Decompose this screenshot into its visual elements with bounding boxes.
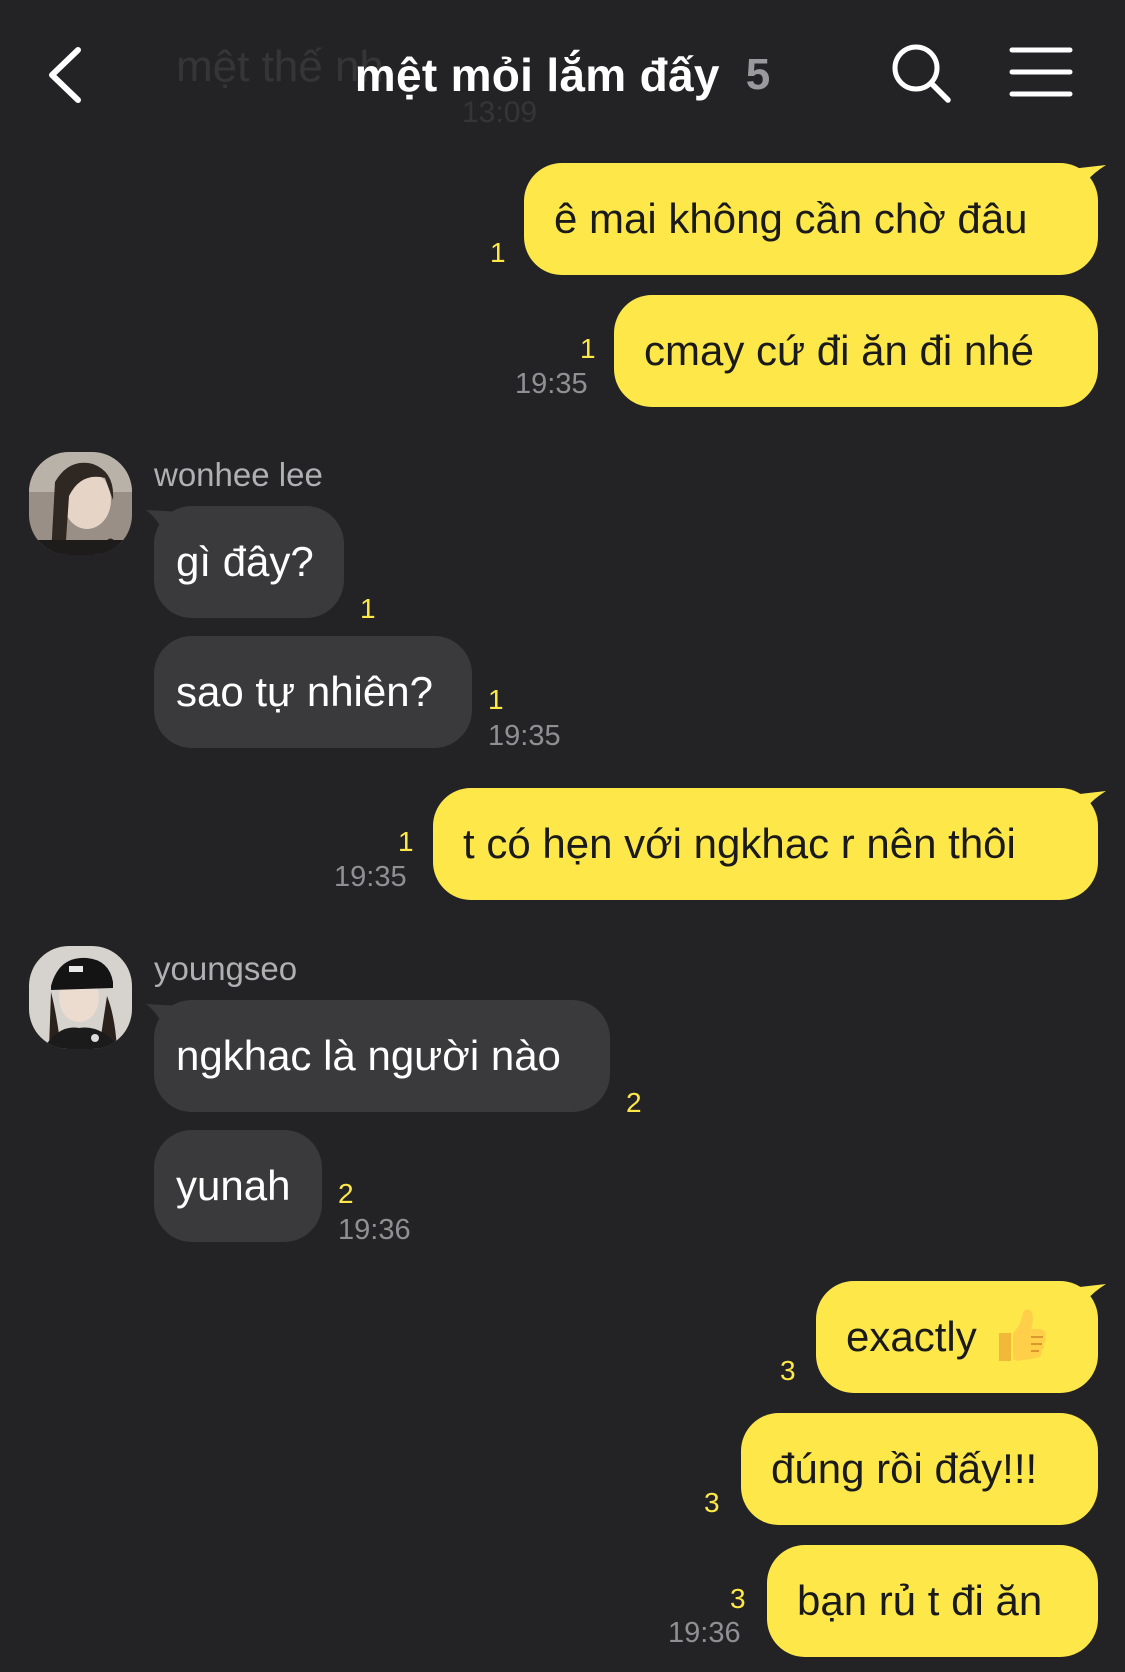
message-time: 19:35 [334,861,407,893]
message-text: exactly [846,1313,977,1360]
my-message-bubble[interactable]: ê mai không cần chờ đâu [524,163,1098,275]
my-message-bubble[interactable]: bạn rủ t đi ăn [767,1545,1098,1657]
their-message-bubble[interactable]: ngkhac là người nào [154,1000,610,1112]
message-time: 19:35 [515,368,588,400]
unread-count: 3 [780,1355,796,1386]
unread-count: 2 [626,1087,642,1118]
sender-name: youngseo [154,950,298,987]
member-count: 5 [745,50,771,99]
avatar-youngseo[interactable] [29,946,132,1049]
unread-count: 1 [490,237,506,268]
message-time: 19:35 [488,720,561,752]
unread-count: 3 [730,1583,746,1614]
unread-count: 3 [704,1487,720,1518]
message-time: 19:36 [668,1617,741,1649]
message-text: bạn rủ t đi ăn [797,1577,1043,1624]
message-time: 19:36 [338,1214,411,1246]
my-message-bubble[interactable]: đúng rồi đấy!!! [741,1413,1098,1525]
search-icon [892,44,951,103]
message-text: sao tự nhiên? [176,668,433,715]
unread-count: 1 [488,684,504,715]
my-message-bubble[interactable]: t có hẹn với ngkhac r nên thôi [433,788,1098,900]
message-text: ê mai không cần chờ đâu [554,195,1028,242]
sender-name: wonhee lee [154,456,323,493]
their-message-bubble[interactable]: yunah [154,1130,322,1242]
message-text: gì đây? [176,538,314,585]
search-button[interactable] [888,40,954,106]
message-text: đúng rồi đấy!!! [771,1445,1038,1492]
their-message-bubble[interactable]: sao tự nhiên? [154,636,472,748]
their-message-bubble[interactable]: gì đây? [154,506,344,618]
message-text: yunah [176,1162,291,1209]
my-message-bubble[interactable]: cmay cứ đi ăn đi nhé [614,295,1098,407]
message-text: t có hẹn với ngkhac r nên thôi [463,820,1016,867]
message-text: cmay cứ đi ăn đi nhé [644,327,1034,374]
avatar-photo [29,946,132,1049]
menu-button[interactable] [1008,44,1074,100]
avatar-photo [29,452,132,555]
menu-icon [1009,47,1073,97]
unread-count: 1 [360,593,376,624]
unread-count: 2 [338,1178,354,1209]
avatar-wonhee-lee[interactable] [29,452,132,555]
thumbs-up-emoji [998,1309,1046,1361]
chat-header: mệt mỏi lắm đấy 5 [0,40,1125,110]
unread-count: 1 [580,333,596,364]
chat-title: mệt mỏi lắm đấy [354,49,720,101]
my-message-bubble[interactable]: exactly [816,1281,1098,1393]
message-text: ngkhac là người nào [176,1032,561,1079]
unread-count: 1 [398,826,414,857]
